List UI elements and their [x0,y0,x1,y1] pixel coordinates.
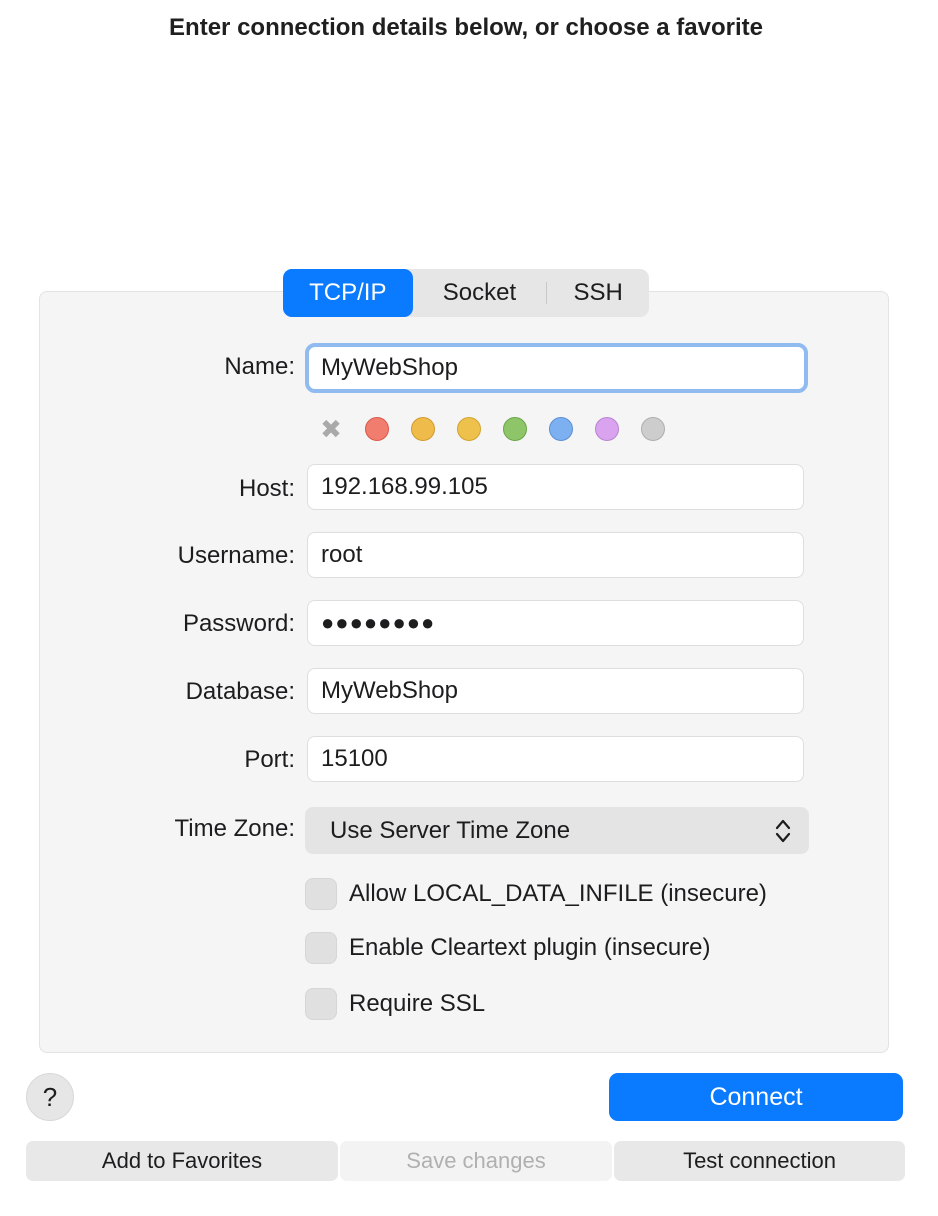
timezone-select[interactable]: Use Server Time Zone [305,807,809,854]
color-yellow-swatch[interactable] [457,417,481,441]
connection-type-tabs: TCP/IP Socket SSH [283,269,649,317]
clear-color-icon[interactable]: ✖ [318,416,344,442]
port-field[interactable]: 15100 [307,736,804,782]
page-title: Enter connection details below, or choos… [169,14,763,41]
color-purple-swatch[interactable] [595,417,619,441]
require-ssl-option[interactable]: Require SSL [305,988,485,1020]
color-red-swatch[interactable] [365,417,389,441]
test-connection-button[interactable]: Test connection [614,1141,905,1181]
database-field[interactable]: MyWebShop [307,668,804,714]
local-infile-checkbox[interactable] [305,878,337,910]
tab-tcp-ip[interactable]: TCP/IP [283,269,413,317]
help-button[interactable]: ? [26,1073,74,1121]
name-field[interactable]: MyWebShop [305,343,808,393]
username-field[interactable]: root [307,532,804,578]
host-field[interactable]: 192.168.99.105 [307,464,804,510]
tab-socket[interactable]: Socket [413,269,547,317]
host-label: Host: [238,475,295,502]
cleartext-option[interactable]: Enable Cleartext plugin (insecure) [305,932,711,964]
cleartext-label: Enable Cleartext plugin (insecure) [349,934,711,961]
port-label: Port: [244,746,295,773]
require-ssl-label: Require SSL [349,990,486,1017]
color-orange-swatch[interactable] [411,417,435,441]
timezone-value: Use Server Time Zone [330,817,571,844]
color-green-swatch[interactable] [503,417,527,441]
add-to-favorites-button[interactable]: Add to Favorites [26,1141,338,1181]
chevron-up-down-icon [775,819,791,843]
connect-button[interactable]: Connect [609,1073,903,1121]
color-gray-swatch[interactable] [641,417,665,441]
save-changes-button[interactable]: Save changes [340,1141,612,1181]
tab-ssh[interactable]: SSH [547,269,649,317]
password-field[interactable]: ●●●●●●●● [307,600,804,646]
require-ssl-checkbox[interactable] [305,988,337,1020]
timezone-label: Time Zone: [174,815,295,842]
cleartext-checkbox[interactable] [305,932,337,964]
database-label: Database: [185,678,295,705]
username-label: Username: [177,542,295,569]
local-infile-option[interactable]: Allow LOCAL_DATA_INFILE (insecure) [305,878,767,910]
name-label: Name: [224,353,295,380]
password-label: Password: [182,610,295,637]
local-infile-label: Allow LOCAL_DATA_INFILE (insecure) [349,880,767,907]
color-blue-swatch[interactable] [549,417,573,441]
